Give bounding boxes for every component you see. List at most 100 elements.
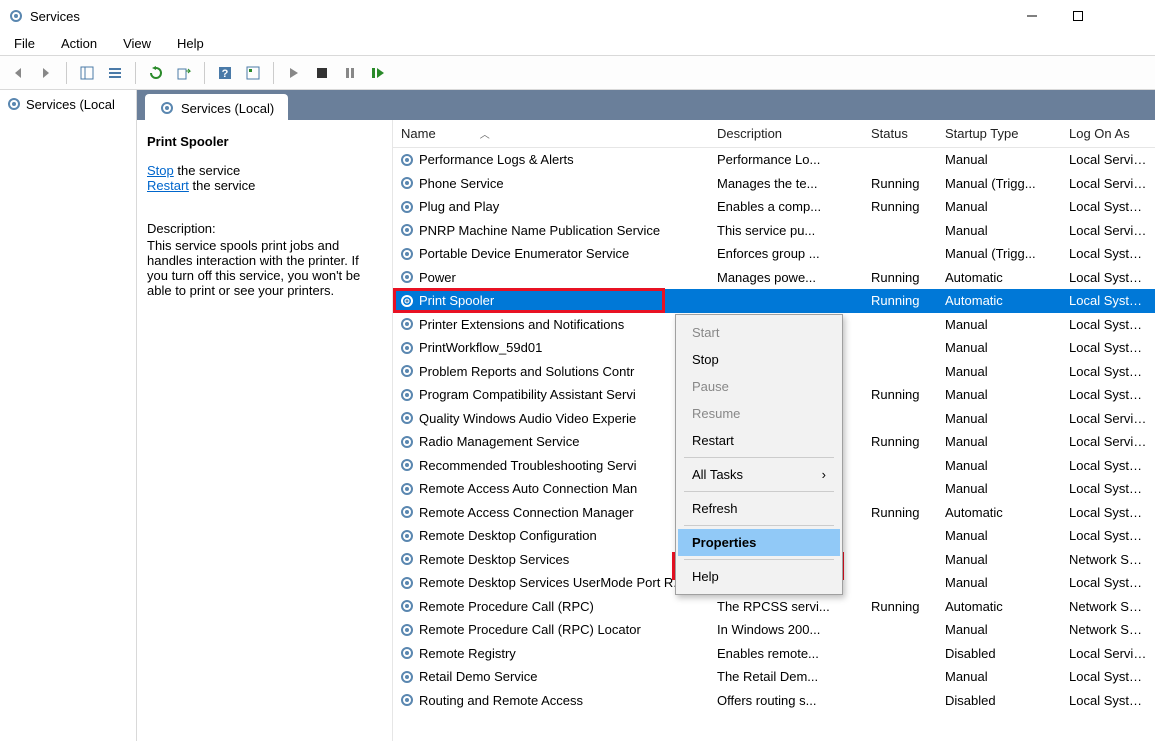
menu-view[interactable]: View bbox=[119, 34, 155, 53]
service-startup: Manual bbox=[937, 364, 1061, 379]
ctx-help[interactable]: Help bbox=[678, 563, 840, 590]
service-name: Performance Logs & Alerts bbox=[419, 152, 574, 167]
help-button[interactable]: ? bbox=[213, 61, 237, 85]
show-hide-tree-button[interactable] bbox=[75, 61, 99, 85]
service-startup: Manual bbox=[937, 223, 1061, 238]
ctx-restart[interactable]: Restart bbox=[678, 427, 840, 454]
service-name: PNRP Machine Name Publication Service bbox=[419, 223, 660, 238]
service-desc: The Retail Dem... bbox=[709, 669, 863, 684]
col-description[interactable]: Description bbox=[709, 126, 863, 141]
service-startup: Manual bbox=[937, 622, 1061, 637]
ctx-refresh[interactable]: Refresh bbox=[678, 495, 840, 522]
info-panel: Print Spooler Stop the service Restart t… bbox=[137, 120, 393, 741]
titlebar: Services bbox=[0, 0, 1155, 32]
maximize-button[interactable] bbox=[1055, 1, 1101, 31]
tab-services-local[interactable]: Services (Local) bbox=[145, 94, 288, 120]
service-name: Remote Access Connection Manager bbox=[419, 505, 634, 520]
ctx-properties[interactable]: Properties bbox=[678, 529, 840, 556]
selected-service-name: Print Spooler bbox=[147, 134, 382, 149]
service-logon: Network Se... bbox=[1061, 552, 1155, 567]
col-status[interactable]: Status bbox=[863, 126, 937, 141]
service-row[interactable]: Print SpoolerRunningAutomaticLocal Syste… bbox=[393, 289, 1155, 313]
service-name: Remote Desktop Services UserMode Port R.… bbox=[419, 575, 684, 590]
menu-action[interactable]: Action bbox=[57, 34, 101, 53]
service-startup: Manual bbox=[937, 528, 1061, 543]
service-desc: Enables a comp... bbox=[709, 199, 863, 214]
description-text: This service spools print jobs and handl… bbox=[147, 238, 382, 298]
service-logon: Local System bbox=[1061, 528, 1155, 543]
service-row[interactable]: PowerManages powe...RunningAutomaticLoca… bbox=[393, 266, 1155, 290]
export-button[interactable] bbox=[172, 61, 196, 85]
ctx-all-tasks[interactable]: All Tasks› bbox=[678, 461, 840, 488]
refresh-button[interactable] bbox=[144, 61, 168, 85]
service-status: Running bbox=[863, 387, 937, 402]
service-name: Portable Device Enumerator Service bbox=[419, 246, 629, 261]
service-logon: Local Service bbox=[1061, 411, 1155, 426]
col-logon[interactable]: Log On As bbox=[1061, 126, 1155, 141]
tree-panel: Services (Local bbox=[0, 90, 137, 741]
tree-root[interactable]: Services (Local bbox=[2, 94, 134, 114]
col-startup[interactable]: Startup Type bbox=[937, 126, 1061, 141]
menu-file[interactable]: File bbox=[10, 34, 39, 53]
restart-service-link[interactable]: Restart bbox=[147, 178, 189, 193]
stop-service-link[interactable]: Stop bbox=[147, 163, 174, 178]
properties-button-toolbar[interactable] bbox=[241, 61, 265, 85]
service-name: Printer Extensions and Notifications bbox=[419, 317, 624, 332]
service-status: Running bbox=[863, 434, 937, 449]
service-name: Quality Windows Audio Video Experie bbox=[419, 411, 636, 426]
service-row[interactable]: Portable Device Enumerator Service Enforc… bbox=[393, 242, 1155, 266]
back-button[interactable] bbox=[6, 61, 30, 85]
window-title: Services bbox=[30, 9, 80, 24]
service-startup: Manual bbox=[937, 575, 1061, 590]
service-logon: Local System bbox=[1061, 364, 1155, 379]
service-logon: Local Service bbox=[1061, 434, 1155, 449]
app-icon bbox=[8, 8, 24, 24]
forward-button[interactable] bbox=[34, 61, 58, 85]
service-row[interactable]: Performance Logs & AlertsPerformance Lo.… bbox=[393, 148, 1155, 172]
service-logon: Local Service bbox=[1061, 176, 1155, 191]
service-name: Remote Procedure Call (RPC) bbox=[419, 599, 594, 614]
service-desc: Enforces group ... bbox=[709, 246, 863, 261]
service-logon: Local Service bbox=[1061, 646, 1155, 661]
service-row[interactable]: Routing and Remote AccessOffers routing … bbox=[393, 689, 1155, 713]
service-logon: Local System bbox=[1061, 575, 1155, 590]
service-startup: Manual bbox=[937, 411, 1061, 426]
menu-help[interactable]: Help bbox=[173, 34, 208, 53]
service-row[interactable]: Phone ServiceManages the te...RunningMan… bbox=[393, 172, 1155, 196]
service-name: Remote Registry bbox=[419, 646, 516, 661]
service-row[interactable]: Retail Demo ServiceThe Retail Dem...Manu… bbox=[393, 665, 1155, 689]
col-name[interactable]: Name︿ bbox=[393, 126, 709, 141]
service-logon: Local System bbox=[1061, 387, 1155, 402]
service-name: Remote Access Auto Connection Man bbox=[419, 481, 637, 496]
restart-service-button[interactable] bbox=[366, 61, 390, 85]
service-startup: Manual bbox=[937, 152, 1061, 167]
service-logon: Local System bbox=[1061, 199, 1155, 214]
service-desc: Manages the te... bbox=[709, 176, 863, 191]
service-logon: Local System bbox=[1061, 505, 1155, 520]
ctx-stop[interactable]: Stop bbox=[678, 346, 840, 373]
service-logon: Local System bbox=[1061, 481, 1155, 496]
minimize-button[interactable] bbox=[1009, 1, 1055, 31]
start-service-button[interactable] bbox=[282, 61, 306, 85]
service-status: Running bbox=[863, 270, 937, 285]
service-startup: Manual bbox=[937, 340, 1061, 355]
service-startup: Manual bbox=[937, 669, 1061, 684]
details-view-button[interactable] bbox=[103, 61, 127, 85]
svg-text:?: ? bbox=[222, 68, 229, 80]
service-logon: Network Se... bbox=[1061, 599, 1155, 614]
service-row[interactable]: Remote Procedure Call (RPC)The RPCSS ser… bbox=[393, 595, 1155, 619]
pause-service-button[interactable] bbox=[338, 61, 362, 85]
service-row[interactable]: Remote RegistryEnables remote...Disabled… bbox=[393, 642, 1155, 666]
service-desc: This service pu... bbox=[709, 223, 863, 238]
service-name: Problem Reports and Solutions Contr bbox=[419, 364, 634, 379]
stop-service-button[interactable] bbox=[310, 61, 334, 85]
service-row[interactable]: Remote Procedure Call (RPC) LocatorIn Wi… bbox=[393, 618, 1155, 642]
service-row[interactable]: Plug and PlayEnables a comp...RunningMan… bbox=[393, 195, 1155, 219]
service-startup: Manual bbox=[937, 199, 1061, 214]
service-name: Program Compatibility Assistant Servi bbox=[419, 387, 636, 402]
context-menu: Start Stop Pause Resume Restart All Task… bbox=[675, 314, 843, 595]
service-startup: Automatic bbox=[937, 505, 1061, 520]
service-row[interactable]: PNRP Machine Name Publication Service Thi… bbox=[393, 219, 1155, 243]
service-startup: Manual bbox=[937, 552, 1061, 567]
tab-header: Services (Local) bbox=[137, 90, 1155, 120]
